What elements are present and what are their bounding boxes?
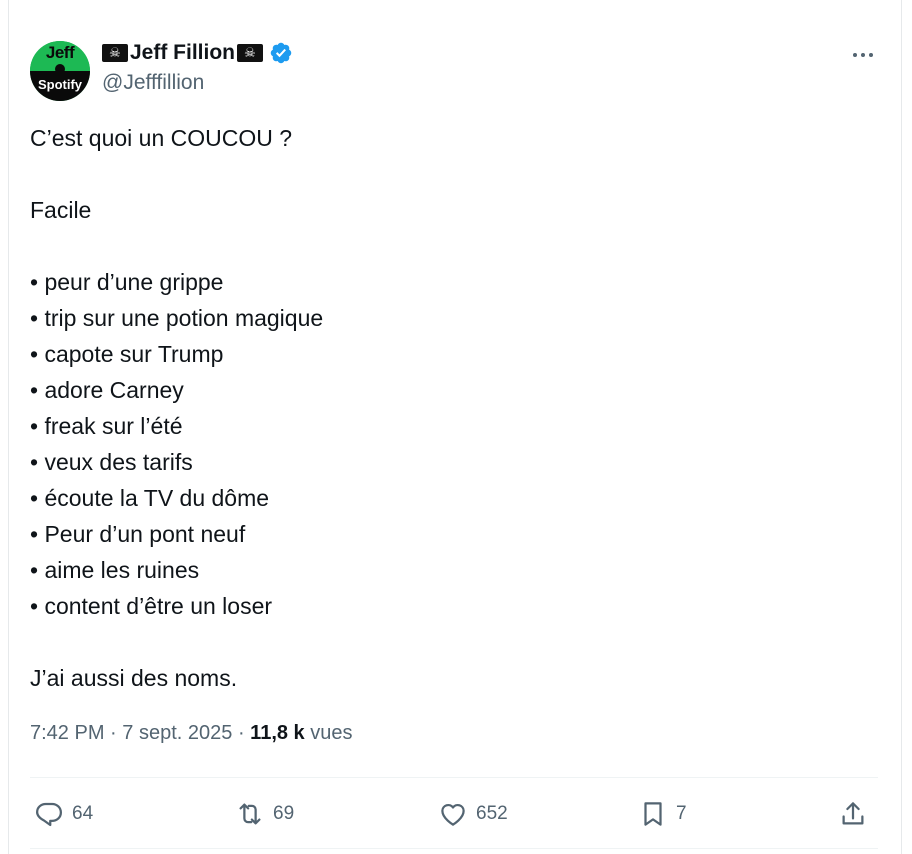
tweet-line: Facile xyxy=(30,197,92,223)
share-button[interactable] xyxy=(838,792,868,836)
reply-button[interactable]: 64 xyxy=(34,792,93,836)
action-bar: 64 69 652 7 xyxy=(30,792,878,836)
avatar-text-top: Jeff xyxy=(45,43,75,62)
divider xyxy=(30,777,878,778)
repost-button[interactable]: 69 xyxy=(235,792,294,836)
avatar[interactable]: Jeff Spotify xyxy=(30,41,90,101)
meta-separator: · xyxy=(110,722,117,744)
tweet-meta: 7:42 PM · 7 sept. 2025 · 11,8 k vues xyxy=(30,722,353,745)
tweet-line: • aime les ruines xyxy=(30,557,200,583)
bookmark-icon xyxy=(644,802,662,826)
tweet-line: • capote sur Trump xyxy=(30,341,224,367)
tweet-line: • trip sur une potion magique xyxy=(30,305,324,331)
tweet-line: • peur d’une grippe xyxy=(30,269,224,295)
views-count: 11,8 k xyxy=(250,722,305,744)
author-name-row[interactable]: ☠ Jeff Fillion ☠ xyxy=(102,40,293,66)
meta-separator: · xyxy=(237,722,245,744)
like-icon xyxy=(441,803,465,826)
tweet-line: • Peur d’un pont neuf xyxy=(30,521,246,547)
tweet-date[interactable]: 7 sept. 2025 xyxy=(122,722,232,744)
more-icon[interactable] xyxy=(848,40,878,70)
like-count: 652 xyxy=(476,803,508,824)
tweet-line: C’est quoi un COUCOU ? xyxy=(30,125,293,151)
views-label: vues xyxy=(310,722,353,744)
tweet-line: • veux des tarifs xyxy=(30,449,193,475)
tweet-text: C’est quoi un COUCOU ? Facile • peur d’une… xyxy=(30,120,870,696)
skull-crossbones-flag-icon: ☠ xyxy=(102,44,128,62)
avatar-text-bottom: Spotify xyxy=(37,77,83,92)
like-button[interactable]: 652 xyxy=(438,792,508,836)
tweet-time[interactable]: 7:42 PM xyxy=(30,722,104,744)
tweet-line: • content d’être un loser xyxy=(30,593,273,619)
tweet-line: • écoute la TV du dôme xyxy=(30,485,270,511)
author-display-name[interactable]: Jeff Fillion xyxy=(130,41,235,65)
divider xyxy=(30,848,878,849)
tweet-line xyxy=(30,228,870,264)
share-icon xyxy=(842,802,864,825)
repost-icon xyxy=(239,803,261,825)
tweet-line xyxy=(30,156,870,192)
verified-badge-icon xyxy=(270,42,292,64)
tweet-line: • freak sur l’été xyxy=(30,413,183,439)
reply-count: 64 xyxy=(72,803,94,824)
reply-icon xyxy=(36,802,62,827)
tweet-line: J’ai aussi des noms. xyxy=(30,665,238,691)
bookmark-count: 7 xyxy=(676,803,687,824)
bookmark-button[interactable]: 7 xyxy=(638,792,687,836)
repost-count: 69 xyxy=(273,803,295,824)
spotify-icon xyxy=(55,64,65,74)
tweet-line xyxy=(30,624,870,660)
author-handle[interactable]: @Jefffillion xyxy=(102,71,204,95)
skull-crossbones-flag-icon: ☠ xyxy=(237,44,263,62)
tweet-line: • adore Carney xyxy=(30,377,184,403)
